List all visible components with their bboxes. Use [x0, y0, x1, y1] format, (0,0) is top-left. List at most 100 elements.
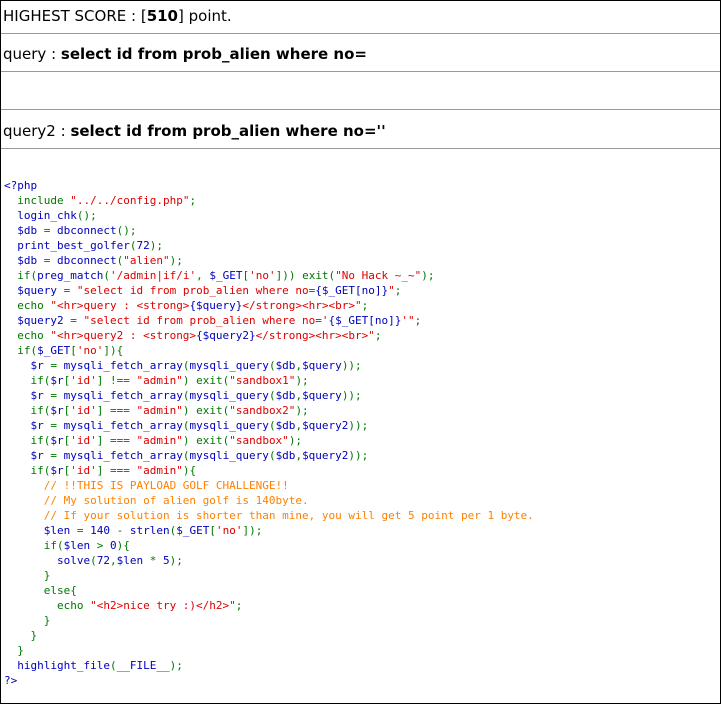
code-line: <?php [4, 178, 534, 193]
code-token: ); [169, 659, 183, 672]
code-token: </strong><hr><br>" [255, 329, 375, 342]
code-token: if( [4, 434, 51, 447]
code-token: ( [103, 269, 110, 282]
code-token: preg_match [37, 269, 104, 282]
code-token: dbconnect [57, 224, 117, 237]
code-token: {$_GET[no]} [328, 314, 402, 327]
code-token: include [4, 194, 71, 207]
code-token: ( [268, 389, 276, 402]
code-token: 'no' [249, 269, 276, 282]
code-line: } [4, 568, 534, 583]
code-token: mysqli_query [189, 359, 269, 372]
code-token: } [4, 629, 38, 642]
divider [1, 71, 720, 72]
code-token: solve [4, 554, 91, 567]
code-token: = [50, 419, 64, 432]
code-token: } [4, 614, 51, 627]
code-token: $len [4, 524, 77, 537]
code-token: mysqli_fetch_array [63, 359, 183, 372]
code-token: [ [209, 524, 216, 537]
code-line: login_chk(); [4, 208, 534, 223]
code-token: "sandbox1" [229, 374, 296, 387]
code-token: $db [4, 224, 44, 237]
code-token: $r [4, 449, 51, 462]
code-token: $r [4, 419, 51, 432]
code-token: ( [268, 419, 276, 432]
code-token: "admin" [136, 404, 183, 417]
code-token: // !!THIS IS PAYLOAD GOLF CHALLENGE!! [4, 479, 289, 492]
code-line: $query = "select id from prob_alien wher… [4, 283, 534, 298]
code-line: solve(72,$len * 5); [4, 553, 534, 568]
code-token: } [4, 644, 24, 657]
code-token: echo [4, 299, 51, 312]
code-token: if( [4, 374, 51, 387]
query2-label: query2 : [3, 122, 71, 140]
code-token: )); [348, 419, 369, 432]
code-token: $len [116, 554, 150, 567]
code-line: if($r['id'] === "admin") exit("sandbox2"… [4, 403, 534, 418]
code-token: ) exit( [182, 434, 230, 447]
query-line: query : select id from prob_alien where … [3, 44, 367, 64]
code-token: {$query2} [196, 329, 256, 342]
code-line: } [4, 628, 534, 643]
code-token: = [50, 359, 64, 372]
code-token: " [388, 284, 395, 297]
code-token: "No Hack ~_~" [335, 269, 422, 282]
code-line: if(preg_match('/admin|if/i', $_GET['no']… [4, 268, 534, 283]
code-token: mysqli_fetch_array [63, 389, 183, 402]
code-token: ( [268, 359, 276, 372]
code-line: } [4, 643, 534, 658]
code-token: , [109, 554, 117, 567]
code-line: if($len > 0){ [4, 538, 534, 553]
code-token: ] !== [96, 374, 137, 387]
code-token: ] === [96, 434, 137, 447]
code-token: $db [275, 449, 296, 462]
code-token: '/admin|if/i' [109, 269, 197, 282]
code-token: {$_GET[no]} [315, 284, 389, 297]
code-line: echo "<hr>query : <strong>{$query}</stro… [4, 298, 534, 313]
php-source-code: <?php include "../../config.php"; login_… [4, 178, 534, 688]
code-token: $query [302, 359, 342, 372]
code-token: = [50, 389, 64, 402]
code-line: echo "<hr>query2 : <strong>{$query2}</st… [4, 328, 534, 343]
code-token: 'id' [70, 374, 97, 387]
code-token: 'id' [70, 464, 97, 477]
code-token: = [76, 524, 91, 537]
code-token: = [63, 284, 77, 297]
code-token: ] === [96, 404, 137, 417]
code-token: if( [4, 344, 38, 357]
code-token: ]){ [103, 344, 124, 357]
code-token: '" [401, 314, 415, 327]
code-token: mysqli_query [189, 419, 269, 432]
score-suffix: ] point. [178, 7, 232, 25]
code-token: 0 [109, 539, 117, 552]
code-token: "select id from prob_alien where no= [76, 284, 316, 297]
code-token: ); [149, 239, 163, 252]
code-token: else{ [4, 584, 77, 597]
code-token: $query2 [302, 449, 349, 462]
code-token: dbconnect [57, 254, 117, 267]
code-token: * [149, 554, 163, 567]
code-token: {$query} [189, 299, 243, 312]
code-token: 'id' [70, 434, 97, 447]
code-token: <?php [4, 179, 38, 192]
code-token: 5 [162, 554, 170, 567]
page-frame: HIGHEST SCORE : [510] point. query : sel… [0, 0, 721, 704]
code-token: "<hr>query : <strong> [50, 299, 190, 312]
code-token: = [50, 449, 64, 462]
code-token: ])) exit( [275, 269, 336, 282]
code-token: = [43, 224, 57, 237]
code-line: include "../../config.php"; [4, 193, 534, 208]
code-line: $r = mysqli_fetch_array(mysqli_query($db… [4, 418, 534, 433]
code-line: $r = mysqli_fetch_array(mysqli_query($db… [4, 388, 534, 403]
code-token: } [4, 569, 51, 582]
code-token: $query [302, 389, 342, 402]
code-token: $db [275, 359, 296, 372]
code-token: if( [4, 464, 51, 477]
code-line: highlight_file(__FILE__); [4, 658, 534, 673]
code-token: $r [50, 464, 64, 477]
code-line: $r = mysqli_fetch_array(mysqli_query($db… [4, 358, 534, 373]
query-label: query : [3, 45, 61, 63]
code-token: ); [169, 254, 183, 267]
code-token: )); [348, 449, 369, 462]
